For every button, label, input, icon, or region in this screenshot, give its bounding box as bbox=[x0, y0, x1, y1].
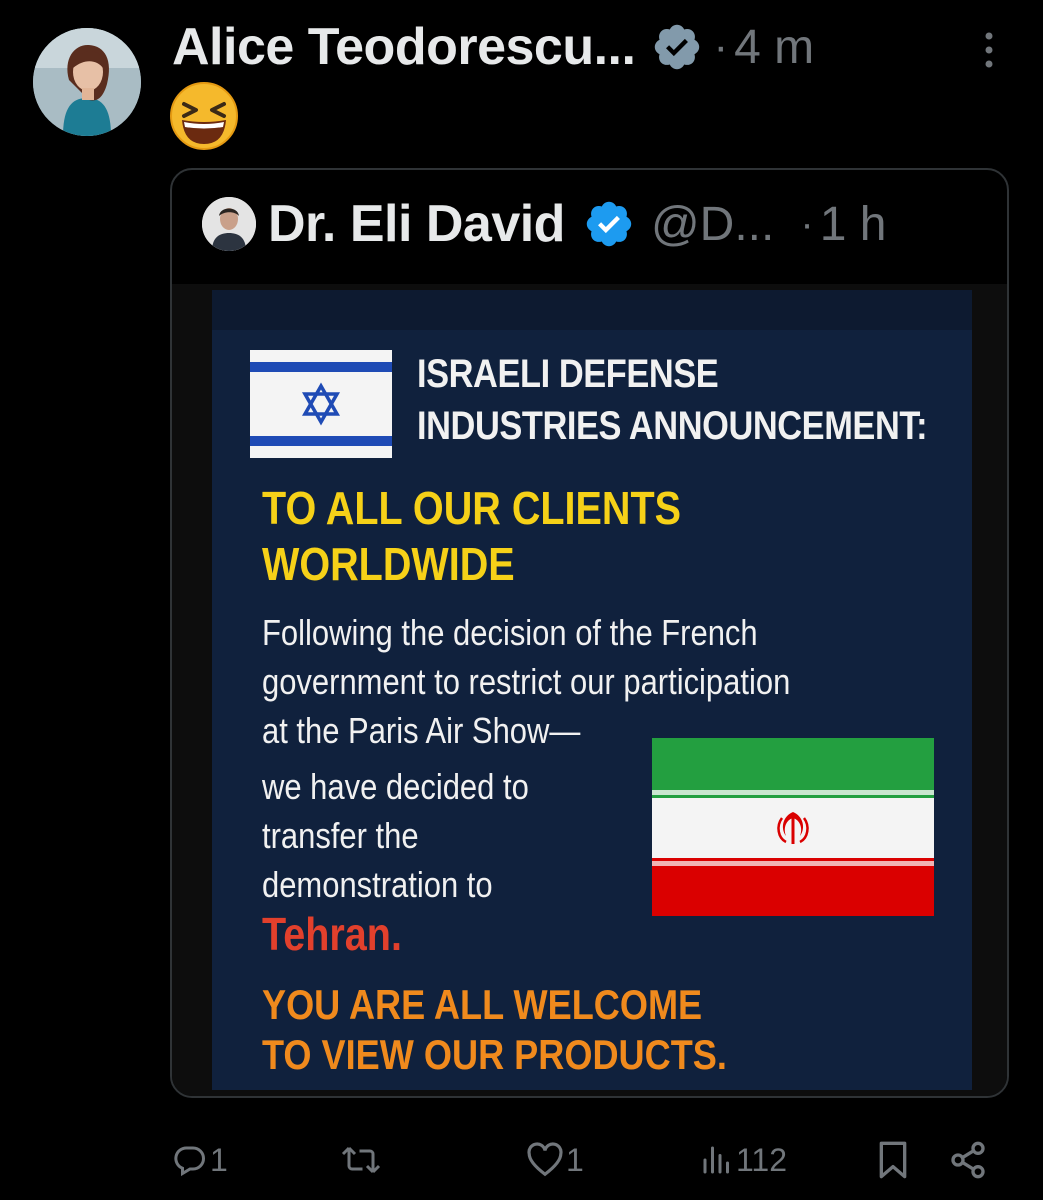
post-header: Alice Teodorescu... · 4 m bbox=[172, 12, 814, 82]
quoted-author-name[interactable]: Dr. Eli David bbox=[268, 194, 565, 254]
reply-bubble-icon bbox=[174, 1146, 205, 1177]
repost-arrows-icon bbox=[341, 1146, 381, 1174]
post: Alice Teodorescu... · 4 m Dr. Eli David … bbox=[0, 0, 1043, 1200]
reply-count: 1 bbox=[210, 1141, 228, 1178]
poster-body: Following the decision of the French gov… bbox=[262, 608, 790, 755]
laughing-emoji-icon bbox=[170, 82, 238, 150]
israel-flag-icon bbox=[250, 350, 392, 458]
like-button[interactable]: 1 bbox=[526, 1130, 584, 1190]
announcement-poster: ISRAELI DEFENSE INDUSTRIES ANNOUNCEMENT:… bbox=[212, 290, 972, 1090]
action-bar: 1 1 112 bbox=[0, 1130, 1043, 1190]
poster-body-line: demonstration to bbox=[262, 864, 493, 905]
iran-flag-icon bbox=[652, 738, 934, 916]
separator-dot: · bbox=[800, 201, 814, 246]
like-count: 1 bbox=[566, 1141, 584, 1178]
poster-headline: TO ALL OUR CLIENTS WORLDWIDE bbox=[262, 480, 681, 592]
views-bars-icon bbox=[703, 1146, 729, 1174]
poster-title: ISRAELI DEFENSE INDUSTRIES ANNOUNCEMENT: bbox=[417, 348, 928, 452]
quoted-post-header: Dr. Eli David @D... · 1 h bbox=[202, 192, 992, 256]
bookmark-button[interactable] bbox=[876, 1130, 910, 1190]
views-button[interactable]: 112 bbox=[700, 1130, 787, 1190]
share-button[interactable] bbox=[948, 1130, 988, 1190]
post-time[interactable]: 4 m bbox=[734, 20, 814, 75]
poster-body-line: government to restrict our participation bbox=[262, 661, 791, 702]
poster-body-line: transfer the bbox=[262, 815, 419, 856]
quoted-post-card[interactable]: Dr. Eli David @D... · 1 h ISRAELI DEFENS… bbox=[170, 168, 1009, 1098]
repost-button[interactable] bbox=[340, 1130, 384, 1190]
poster-closing: YOU ARE ALL WELCOME TO VIEW OUR PRODUCTS… bbox=[262, 980, 727, 1080]
poster-headline-line: TO ALL OUR CLIENTS bbox=[262, 482, 682, 534]
quoted-post-image[interactable]: ISRAELI DEFENSE INDUSTRIES ANNOUNCEMENT:… bbox=[172, 284, 1007, 1096]
poster-city: Tehran. bbox=[262, 908, 402, 960]
quoted-post-time[interactable]: 1 h bbox=[820, 197, 887, 252]
poster-title-line: INDUSTRIES ANNOUNCEMENT: bbox=[417, 404, 928, 448]
poster-body-line: Following the decision of the French bbox=[262, 612, 758, 653]
poster-closing-line: TO VIEW OUR PRODUCTS. bbox=[262, 1031, 727, 1078]
quoted-author-avatar[interactable] bbox=[202, 197, 256, 251]
verified-badge-icon bbox=[586, 201, 632, 247]
author-avatar[interactable] bbox=[33, 28, 141, 136]
reply-button[interactable]: 1 bbox=[172, 1130, 228, 1190]
view-count: 112 bbox=[736, 1141, 788, 1178]
quoted-author-handle[interactable]: @D... bbox=[651, 197, 774, 252]
verified-badge-icon bbox=[655, 24, 700, 70]
bookmark-icon bbox=[879, 1141, 907, 1179]
poster-body-line: we have decided to bbox=[262, 766, 529, 807]
poster-top-band bbox=[212, 290, 972, 330]
share-nodes-icon bbox=[951, 1141, 985, 1179]
poster-closing-line: YOU ARE ALL WELCOME bbox=[262, 981, 703, 1028]
heart-icon bbox=[527, 1142, 563, 1177]
poster-headline-line: WORLDWIDE bbox=[262, 538, 515, 590]
poster-title-line: ISRAELI DEFENSE bbox=[417, 352, 719, 396]
poster-body-continued: we have decided to transfer the demonstr… bbox=[262, 762, 529, 909]
more-dots-icon[interactable] bbox=[978, 30, 1000, 70]
author-name[interactable]: Alice Teodorescu... bbox=[172, 17, 636, 77]
separator-dot: · bbox=[713, 22, 729, 71]
